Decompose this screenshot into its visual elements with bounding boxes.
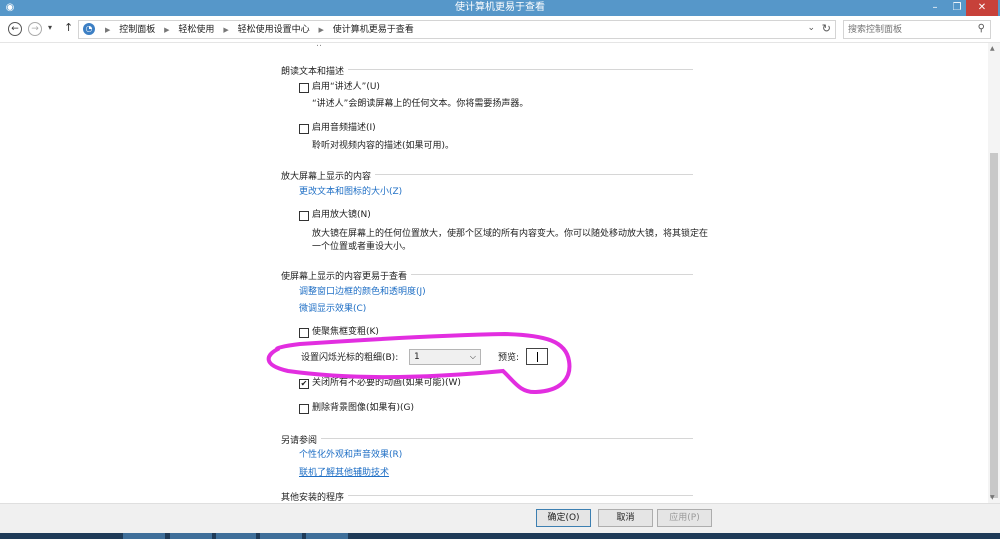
refresh-icon[interactable]: ↻: [822, 22, 831, 35]
recent-locations-chevron-icon[interactable]: ▾: [48, 23, 52, 32]
control-panel-folder-icon: ◔: [83, 23, 95, 35]
taskbar-app-button[interactable]: [170, 533, 212, 539]
breadcrumb-separator-icon[interactable]: ▶: [164, 26, 169, 34]
ok-button[interactable]: 确定(O): [536, 509, 591, 527]
scroll-down-arrow-icon[interactable]: ▼: [990, 494, 995, 501]
address-dropdown-icon[interactable]: ⌄: [807, 23, 815, 33]
section-heading: 放大屏幕上显示的内容: [281, 172, 376, 182]
settings-content: ‥ 朗读文本和描述 启用“讲述人”(U) “讲述人”会朗读屏幕上的任何文本。你将…: [0, 43, 988, 503]
vertical-scrollbar[interactable]: ▲ ▼: [988, 43, 1000, 503]
apply-button[interactable]: 应用(P): [657, 509, 712, 527]
back-arrow-icon[interactable]: ←: [8, 22, 22, 36]
maximize-button[interactable]: ❐: [946, 0, 968, 16]
minimize-button[interactable]: –: [924, 0, 946, 16]
search-icon[interactable]: ⚲: [978, 23, 985, 34]
section-heading: 另请参阅: [281, 436, 322, 446]
navigation-bar: ← → ▾ ↑ ◔ ▶ 控制面板 ▶ 轻松使用 ▶ 轻松使用设置中心 ▶ 使计算…: [0, 16, 1000, 43]
search-input[interactable]: [848, 23, 968, 36]
scroll-up-arrow-icon[interactable]: ▲: [990, 45, 995, 52]
scrollbar-thumb[interactable]: [990, 153, 998, 498]
search-box[interactable]: ⚲: [843, 20, 991, 39]
breadcrumb-ease-center[interactable]: 轻松使用设置中心: [238, 25, 310, 35]
taskbar-app-button[interactable]: [260, 533, 302, 539]
magenta-circle-stroke: [266, 331, 572, 395]
section-heading: 其他安装的程序: [281, 493, 349, 503]
forward-arrow-icon[interactable]: →: [28, 22, 42, 36]
taskbar-app-button[interactable]: [306, 533, 348, 539]
section-heading: 使屏幕上显示的内容更易于查看: [281, 272, 412, 282]
section-heading: 朗读文本和描述: [281, 67, 349, 77]
highlight-annotation: [266, 331, 572, 395]
breadcrumb-separator-icon: ▶: [105, 26, 111, 34]
taskbar: [0, 533, 1000, 539]
breadcrumb-current[interactable]: 使计算机更易于查看: [333, 25, 414, 35]
breadcrumb-separator-icon[interactable]: ▶: [318, 26, 323, 34]
breadcrumb: ▶ 控制面板 ▶ 轻松使用 ▶ 轻松使用设置中心 ▶ 使计算机更易于查看: [99, 24, 414, 36]
breadcrumb-ease-of-access[interactable]: 轻松使用: [178, 25, 214, 35]
window-title: 使计算机更易于查看: [455, 2, 545, 13]
breadcrumb-control-panel[interactable]: 控制面板: [119, 25, 155, 35]
address-bar[interactable]: ◔ ▶ 控制面板 ▶ 轻松使用 ▶ 轻松使用设置中心 ▶ 使计算机更易于查看 ⌄…: [78, 20, 836, 39]
up-arrow-icon[interactable]: ↑: [64, 21, 73, 34]
breadcrumb-separator-icon[interactable]: ▶: [223, 26, 228, 34]
close-button[interactable]: ✕: [966, 0, 998, 16]
dialog-footer: 确定(O) 取消 应用(P): [0, 503, 1000, 533]
taskbar-app-button[interactable]: [216, 533, 256, 539]
taskbar-app-button[interactable]: [123, 533, 165, 539]
cancel-button[interactable]: 取消: [598, 509, 653, 527]
title-bar: ◉ 使计算机更易于查看 – ❐ ✕: [0, 0, 1000, 16]
